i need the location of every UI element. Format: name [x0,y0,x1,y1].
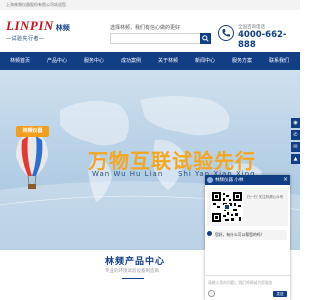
main-nav: 林频首页 产品中心 服务中心 成功案例 关于林频 新闻中心 服务方案 联系我们 [0,52,300,70]
search-input[interactable] [110,33,202,44]
chat-input-bar[interactable]: 请输入您的问题，我们将竭诚为您服务 发送 [205,275,290,300]
close-icon[interactable]: × [283,176,288,184]
chat-title: 林频仪器 小林 [215,178,244,183]
phone-icon [218,25,234,41]
nav-item-solutions[interactable]: 服务方案 [222,52,262,70]
nav-item-products[interactable]: 产品中心 [37,52,77,70]
top-bar: 上海林频仪器股份有限公司欢迎您 [0,0,300,10]
search-icon [202,35,209,42]
chat-input-placeholder[interactable]: 请输入您的问题，我们将竭诚为您服务 [208,280,273,286]
logo-brand-cn: 林频 [55,24,70,32]
nav-item-news[interactable]: 新闻中心 [185,52,225,70]
agent-avatar [207,231,212,236]
qq-icon[interactable]: ◉ [291,118,300,128]
back-to-top-icon[interactable]: ▲ [291,154,300,164]
phone-block: 全国咨询电话 4000-662-888 [218,20,298,50]
emoji-icon[interactable] [208,290,215,297]
nav-item-cases[interactable]: 成功案例 [111,52,151,70]
balloon-graphic [16,134,48,189]
nav-item-service[interactable]: 服务中心 [74,52,114,70]
heading-divider [122,278,144,279]
chat-avatar [207,177,213,183]
nav-item-about[interactable]: 关于林频 [148,52,188,70]
side-toolbar: ◉ ✆ ✉ ▲ [291,118,300,166]
phone-number: 4000-662-888 [238,30,287,50]
products-heading: 林频产品中心 [105,257,166,267]
logo[interactable]: LINPIN 林频 —试验先行者— [6,18,70,42]
logo-slogan: —试验先行者— [6,36,45,42]
nav-item-contact[interactable]: 联系我们 [259,52,299,70]
nav-item-home[interactable]: 林频首页 [0,52,40,70]
qr-panel: 扫一扫 关注林频公众号 [207,188,288,226]
welcome-text: 上海林频仪器股份有限公司欢迎您 [6,2,66,7]
chat-header: 林频仪器 小林 × [205,175,290,185]
balloon-badge: 林频仪器 [16,126,49,137]
search-hint: 选择林频，我们有信心做的更好 [110,25,181,31]
send-button[interactable]: 发送 [273,291,287,297]
hero-subtitle-left: Wan Wu Hu Lian [92,170,164,178]
products-subheading: 专业的环境试验设备制造商 [105,269,159,274]
qr-code [211,191,243,223]
chat-message: 您好，有什么可以帮您的吗？ [213,230,287,240]
chat-widget: 林频仪器 小林 × 扫一扫 关注林频公众号 您好，有什么可以帮您的吗？ 请输入您… [205,175,290,300]
search-button[interactable] [200,33,211,44]
phone-side-icon[interactable]: ✆ [291,130,300,140]
wechat-icon[interactable]: ✉ [291,142,300,152]
search-area: 选择林频，我们有信心做的更好 [110,24,211,48]
qr-text: 扫一扫 关注林频公众号 [247,195,284,199]
logo-brand: LINPIN [6,18,54,33]
